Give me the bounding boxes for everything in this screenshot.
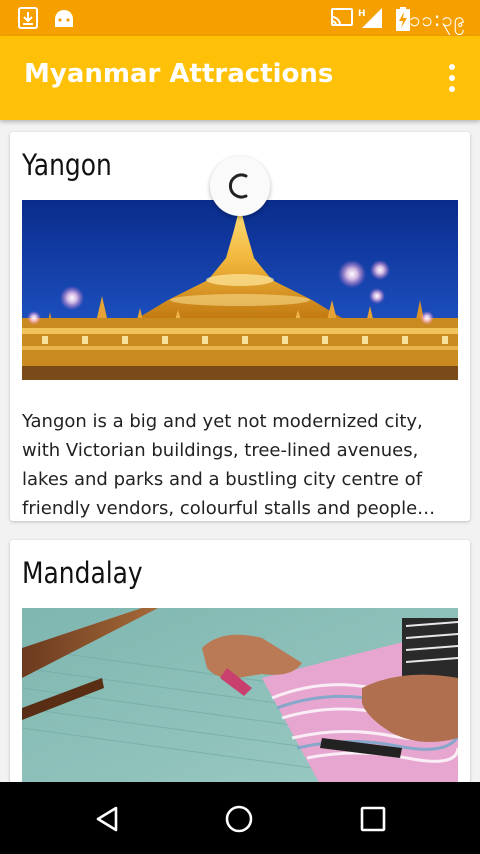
overflow-menu-button[interactable] — [444, 64, 460, 92]
attraction-card[interactable]: Mandalay — [10, 540, 470, 782]
recents-icon — [360, 806, 386, 832]
app-bar: Myanmar Attractions — [0, 36, 480, 120]
card-image — [22, 608, 458, 782]
cast-icon — [330, 7, 354, 33]
battery-charging-icon — [396, 7, 410, 35]
navigation-bar — [0, 782, 480, 854]
svg-text:H: H — [358, 9, 366, 19]
loading-spinner — [210, 156, 270, 216]
status-bar: H ၁၁:၃၉ — [0, 0, 480, 36]
card-image — [22, 200, 458, 380]
back-button[interactable] — [90, 802, 124, 836]
loading-spinner-icon — [228, 173, 248, 199]
card-title: Yangon — [22, 148, 112, 182]
card-title: Mandalay — [22, 556, 143, 590]
card-description: Yangon is a big and yet not modernized c… — [22, 411, 436, 519]
home-button[interactable] — [222, 802, 256, 836]
signal-h-icon: H — [358, 7, 384, 33]
back-icon — [96, 806, 118, 832]
recents-button[interactable] — [356, 802, 390, 836]
download-icon — [18, 7, 38, 33]
android-icon — [53, 7, 75, 33]
home-icon — [225, 805, 253, 833]
attractions-list[interactable]: Yangon Yangon is a big and yet not moder… — [0, 120, 480, 782]
status-time: ၁၁:၃၉ — [409, 7, 466, 31]
app-title: Myanmar Attractions — [24, 59, 334, 89]
